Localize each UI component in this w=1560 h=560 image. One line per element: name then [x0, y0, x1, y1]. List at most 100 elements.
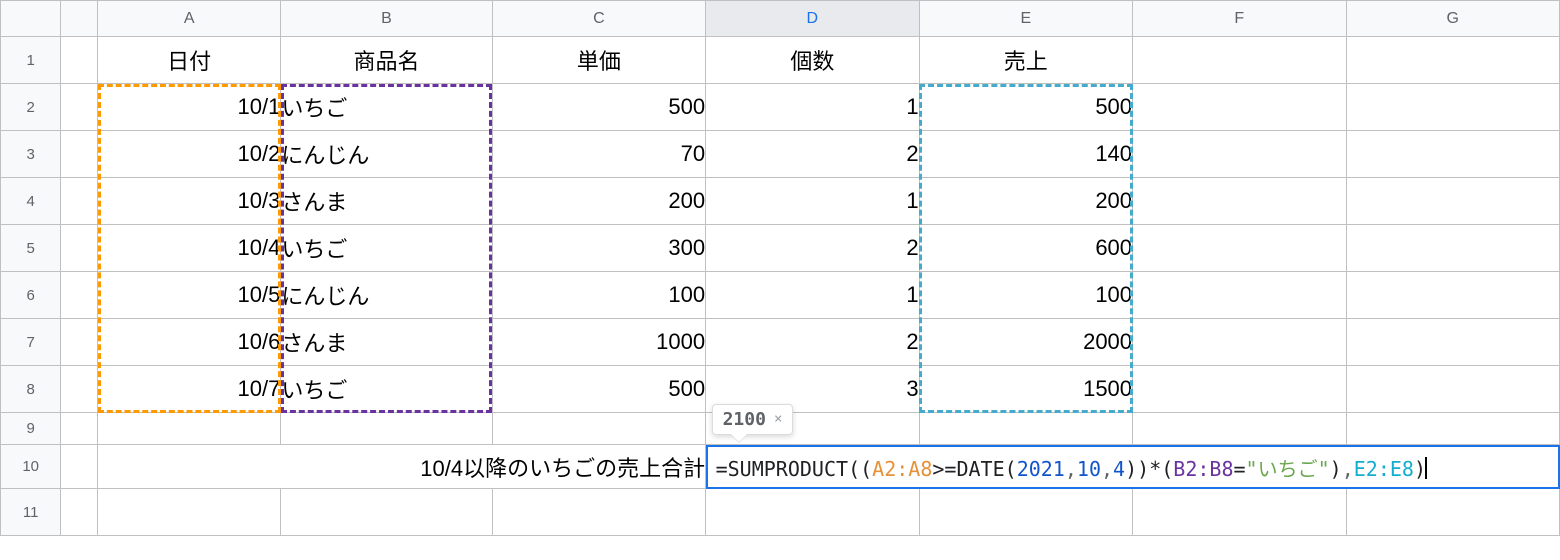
cell-B3[interactable]: にんじん: [281, 131, 492, 178]
cell-sliver-4[interactable]: [61, 178, 98, 225]
cell-A9[interactable]: [98, 413, 281, 445]
cell-F7[interactable]: [1133, 319, 1346, 366]
cell-F5[interactable]: [1133, 225, 1346, 272]
cell-B9[interactable]: [281, 413, 492, 445]
cell-E2[interactable]: 500: [919, 84, 1132, 131]
cell-B8[interactable]: いちご: [281, 366, 492, 413]
row-header-11[interactable]: 11: [1, 489, 61, 536]
cell-E9[interactable]: [919, 413, 1132, 445]
cell-B5[interactable]: いちご: [281, 225, 492, 272]
cell-A1[interactable]: 日付: [98, 37, 281, 84]
cell-C1[interactable]: 単価: [492, 37, 705, 84]
cell-G1[interactable]: [1346, 37, 1560, 84]
cell-E4[interactable]: 200: [919, 178, 1132, 225]
row-header-9[interactable]: 9: [1, 413, 61, 445]
cell-B4[interactable]: さんま: [281, 178, 492, 225]
cell-A2[interactable]: 10/1: [98, 84, 281, 131]
cell-A7[interactable]: 10/6: [98, 319, 281, 366]
cell-C3[interactable]: 70: [492, 131, 705, 178]
cell-E3[interactable]: 140: [919, 131, 1132, 178]
cell-D6[interactable]: 1: [706, 272, 919, 319]
col-header-B[interactable]: B: [281, 1, 492, 37]
cell-C5[interactable]: 300: [492, 225, 705, 272]
cell-F9[interactable]: [1133, 413, 1346, 445]
cell-C2[interactable]: 500: [492, 84, 705, 131]
cell-B11[interactable]: [281, 489, 492, 536]
row-header-7[interactable]: 7: [1, 319, 61, 366]
cell-E5[interactable]: 600: [919, 225, 1132, 272]
cell-E8[interactable]: 1500: [919, 366, 1132, 413]
cell-B6[interactable]: にんじん: [281, 272, 492, 319]
row-header-8[interactable]: 8: [1, 366, 61, 413]
cell-F11[interactable]: [1133, 489, 1346, 536]
row-header-1[interactable]: 1: [1, 37, 61, 84]
cell-sliver-8[interactable]: [61, 366, 98, 413]
cell-F3[interactable]: [1133, 131, 1346, 178]
cell-G2[interactable]: [1346, 84, 1560, 131]
cell-D3[interactable]: 2: [706, 131, 919, 178]
select-all-corner[interactable]: [1, 1, 61, 37]
cell-E6[interactable]: 100: [919, 272, 1132, 319]
cell-C4[interactable]: 200: [492, 178, 705, 225]
col-header-C[interactable]: C: [492, 1, 705, 37]
cell-F4[interactable]: [1133, 178, 1346, 225]
cell-F6[interactable]: [1133, 272, 1346, 319]
col-header-G[interactable]: G: [1346, 1, 1560, 37]
col-header-F[interactable]: F: [1133, 1, 1346, 37]
close-icon[interactable]: ×: [774, 411, 782, 427]
cell-G4[interactable]: [1346, 178, 1560, 225]
cell-C8[interactable]: 500: [492, 366, 705, 413]
cell-F2[interactable]: [1133, 84, 1346, 131]
row-header-4[interactable]: 4: [1, 178, 61, 225]
cell-D4[interactable]: 1: [706, 178, 919, 225]
cell-sliver-6[interactable]: [61, 272, 98, 319]
cell-A10-C10-merged-label[interactable]: 10/4以降のいちごの売上合計: [98, 445, 706, 489]
cell-sliver-9[interactable]: [61, 413, 98, 445]
cell-E11[interactable]: [919, 489, 1132, 536]
cell-C7[interactable]: 1000: [492, 319, 705, 366]
cell-G11[interactable]: [1346, 489, 1560, 536]
cell-D7[interactable]: 2: [706, 319, 919, 366]
cell-A4[interactable]: 10/3: [98, 178, 281, 225]
col-header-D[interactable]: D: [706, 1, 919, 37]
cell-D5[interactable]: 2: [706, 225, 919, 272]
col-header-A[interactable]: A: [98, 1, 281, 37]
row-header-3[interactable]: 3: [1, 131, 61, 178]
col-header-E[interactable]: E: [919, 1, 1132, 37]
cell-sliver-7[interactable]: [61, 319, 98, 366]
cell-A11[interactable]: [98, 489, 281, 536]
cell-G9[interactable]: [1346, 413, 1560, 445]
cell-B2[interactable]: いちご: [281, 84, 492, 131]
cell-G6[interactable]: [1346, 272, 1560, 319]
cell-sliver-5[interactable]: [61, 225, 98, 272]
row-header-5[interactable]: 5: [1, 225, 61, 272]
cell-C9[interactable]: [492, 413, 705, 445]
cell-sliver-10[interactable]: [61, 445, 98, 489]
cell-A5[interactable]: 10/4: [98, 225, 281, 272]
cell-D2[interactable]: 1: [706, 84, 919, 131]
cell-sliver-3[interactable]: [61, 131, 98, 178]
cell-G3[interactable]: [1346, 131, 1560, 178]
row-header-2[interactable]: 2: [1, 84, 61, 131]
cell-D1[interactable]: 個数: [706, 37, 919, 84]
cell-G5[interactable]: [1346, 225, 1560, 272]
cell-sliver-2[interactable]: [61, 84, 98, 131]
cell-sliver-1[interactable]: [61, 37, 98, 84]
cell-F8[interactable]: [1133, 366, 1346, 413]
row-header-6[interactable]: 6: [1, 272, 61, 319]
cell-sliver-11[interactable]: [61, 489, 98, 536]
cell-G7[interactable]: [1346, 319, 1560, 366]
formula-edit-cell-D10[interactable]: =SUMPRODUCT((A2:A8>=DATE(2021,10,4))*(B2…: [706, 445, 1560, 489]
cell-E1[interactable]: 売上: [919, 37, 1132, 84]
cell-B7[interactable]: さんま: [281, 319, 492, 366]
cell-A8[interactable]: 10/7: [98, 366, 281, 413]
cell-C11[interactable]: [492, 489, 705, 536]
cell-F1[interactable]: [1133, 37, 1346, 84]
cell-C6[interactable]: 100: [492, 272, 705, 319]
cell-A6[interactable]: 10/5: [98, 272, 281, 319]
cell-D11[interactable]: [706, 489, 919, 536]
cell-A3[interactable]: 10/2: [98, 131, 281, 178]
cell-B1[interactable]: 商品名: [281, 37, 492, 84]
cell-G8[interactable]: [1346, 366, 1560, 413]
cell-E7[interactable]: 2000: [919, 319, 1132, 366]
